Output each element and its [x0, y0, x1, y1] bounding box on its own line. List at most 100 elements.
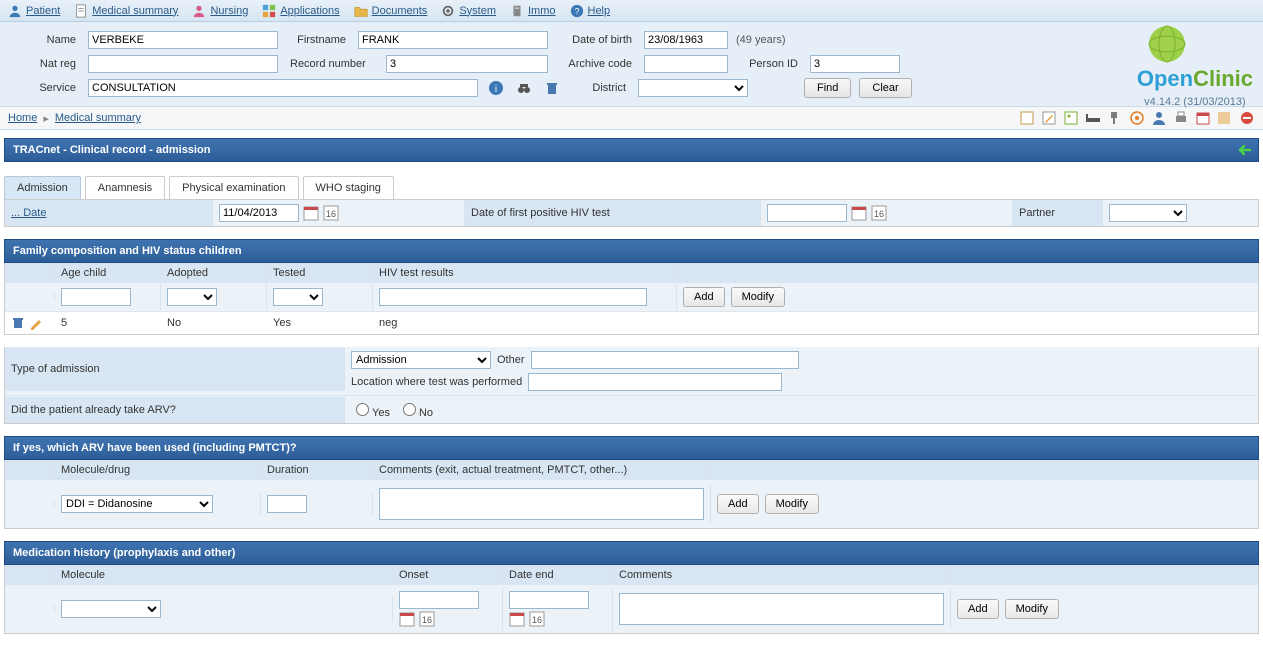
menu-help[interactable]: ? Help [570, 4, 611, 18]
target-icon[interactable] [1129, 110, 1145, 126]
tab-admission[interactable]: Admission [4, 176, 81, 199]
today-icon[interactable]: 16 [871, 205, 887, 221]
delete-icon[interactable] [11, 316, 25, 330]
label-archivecode: Archive code [556, 58, 636, 70]
user-icon[interactable] [1151, 110, 1167, 126]
col-tested: Tested [267, 263, 373, 283]
back-arrow-icon[interactable] [1236, 142, 1252, 158]
label-personid: Person ID [736, 58, 802, 70]
calendar-icon[interactable] [851, 205, 867, 221]
bed-icon[interactable] [1085, 110, 1101, 126]
label-firstname: Firstname [286, 34, 350, 46]
calendar-icon[interactable] [303, 205, 319, 221]
menu-applications[interactable]: Applications [262, 4, 339, 18]
label-dob: Date of birth [556, 34, 636, 46]
family-section-bar: Family composition and HIV status childr… [4, 239, 1259, 263]
logo-text: OpenClinic [1137, 66, 1253, 92]
date-label-link[interactable]: ... Date [11, 207, 46, 219]
age-text: (49 years) [736, 34, 786, 46]
tab-anamnesis[interactable]: Anamnesis [85, 176, 165, 199]
arv-add-button[interactable]: Add [717, 494, 759, 514]
arv-no-radio[interactable]: No [398, 400, 433, 419]
calendar-icon[interactable] [1195, 110, 1211, 126]
calendar-icon[interactable] [399, 611, 415, 627]
note-icon[interactable] [1019, 110, 1035, 126]
arv-molecule-select[interactable]: DDI = Didanosine [61, 495, 213, 513]
today-icon[interactable]: 16 [323, 205, 339, 221]
menu-nursing[interactable]: Nursing [192, 4, 248, 18]
clear-button[interactable]: Clear [859, 78, 911, 98]
find-button[interactable]: Find [804, 78, 851, 98]
meal-icon[interactable] [1107, 110, 1123, 126]
name-input[interactable] [88, 31, 278, 49]
mh-molecule-select[interactable] [61, 600, 161, 618]
edit-icon[interactable] [29, 316, 43, 330]
info-icon[interactable]: i [488, 80, 504, 96]
tab-physical[interactable]: Physical examination [169, 176, 298, 199]
stop-icon[interactable] [1239, 110, 1255, 126]
medhist-section-title: Medication history (prophylaxis and othe… [13, 547, 235, 559]
col-mh-onset: Onset [393, 565, 503, 585]
date-input[interactable] [219, 204, 299, 222]
age-input[interactable] [61, 288, 131, 306]
first-hiv-date-input[interactable] [767, 204, 847, 222]
partner-select[interactable] [1109, 204, 1187, 222]
admission-location-input[interactable] [528, 373, 782, 391]
col-mh-comments: Comments [613, 565, 951, 585]
results-input[interactable] [379, 288, 647, 306]
firstname-input[interactable] [358, 31, 548, 49]
barcode-icon[interactable] [1217, 110, 1233, 126]
breadcrumb-medical-summary[interactable]: Medical summary [55, 112, 141, 124]
calendar-icon[interactable] [509, 611, 525, 627]
personid-input[interactable] [810, 55, 900, 73]
col-age: Age child [55, 263, 161, 283]
menu-documents[interactable]: Documents [354, 4, 428, 18]
col-mh-end: Date end [503, 565, 613, 585]
arv-yes-radio[interactable]: Yes [351, 400, 390, 419]
edit-icon[interactable] [1041, 110, 1057, 126]
menu-system[interactable]: System [441, 4, 496, 18]
admission-other-input[interactable] [531, 351, 799, 369]
dob-input[interactable] [644, 31, 728, 49]
help-icon: ? [570, 4, 584, 18]
label-other: Other [497, 354, 525, 366]
family-modify-button[interactable]: Modify [731, 287, 785, 307]
recordnumber-input[interactable] [386, 55, 548, 73]
today-icon[interactable]: 16 [419, 611, 435, 627]
svg-text:16: 16 [326, 209, 336, 219]
mh-comments-textarea[interactable] [619, 593, 944, 625]
menu-immo[interactable]: Immo [510, 4, 556, 18]
image-icon[interactable] [1063, 110, 1079, 126]
arv-duration-input[interactable] [267, 495, 307, 513]
mh-modify-button[interactable]: Modify [1005, 599, 1059, 619]
admission-type-select[interactable]: Admission [351, 351, 491, 369]
trash-icon[interactable] [544, 80, 560, 96]
print-icon[interactable] [1173, 110, 1189, 126]
first-hiv-label: Date of first positive HIV test [471, 207, 610, 219]
mh-add-button[interactable]: Add [957, 599, 999, 619]
family-add-button[interactable]: Add [683, 287, 725, 307]
record-title-bar: TRACnet - Clinical record - admission [4, 138, 1259, 162]
version-text: v4.14.2 (31/03/2013) [1137, 96, 1253, 108]
label-service: Service [24, 82, 80, 94]
label-name: Name [24, 34, 80, 46]
archivecode-input[interactable] [644, 55, 728, 73]
binoculars-icon[interactable] [516, 80, 532, 96]
menu-medical-summary[interactable]: Medical summary [74, 4, 178, 18]
breadcrumb-home[interactable]: Home [8, 112, 37, 124]
mh-onset-input[interactable] [399, 591, 479, 609]
menu-patient[interactable]: Patient [8, 4, 60, 18]
today-icon[interactable]: 16 [529, 611, 545, 627]
document-icon [74, 4, 88, 18]
tested-select[interactable] [273, 288, 323, 306]
arv-modify-button[interactable]: Modify [765, 494, 819, 514]
mh-end-input[interactable] [509, 591, 589, 609]
district-select[interactable] [638, 79, 748, 97]
patient-header: OpenClinic v4.14.2 (31/03/2013) Name Fir… [0, 22, 1263, 106]
adopted-select[interactable] [167, 288, 217, 306]
tab-who[interactable]: WHO staging [303, 176, 394, 199]
arv-comments-textarea[interactable] [379, 488, 704, 520]
natreg-input[interactable] [88, 55, 278, 73]
svg-text:i: i [495, 84, 497, 95]
service-input[interactable] [88, 79, 478, 97]
